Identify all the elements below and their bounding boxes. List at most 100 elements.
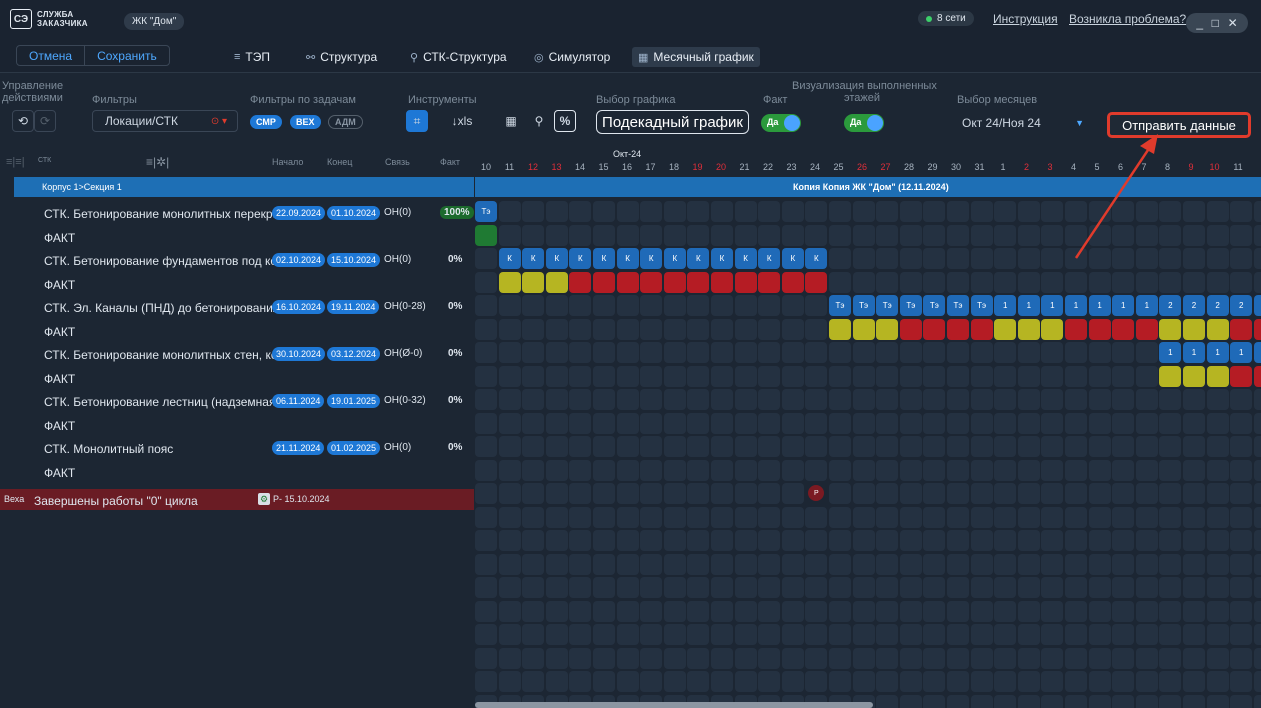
schedule-cell[interactable] (616, 530, 639, 551)
fact-row[interactable]: ФАКТ (0, 226, 474, 249)
schedule-cell[interactable] (1253, 624, 1261, 645)
schedule-cell[interactable] (1065, 577, 1087, 598)
schedule-cell[interactable] (711, 577, 733, 598)
schedule-cell[interactable] (1230, 436, 1253, 457)
schedule-cell[interactable] (593, 624, 615, 645)
schedule-cell[interactable]: 1 (1230, 342, 1253, 363)
schedule-cell[interactable] (923, 271, 946, 293)
schedule-cell[interactable] (1017, 553, 1040, 575)
schedule-cell[interactable] (663, 553, 686, 575)
schedule-cell[interactable] (876, 271, 899, 293)
schedule-cell[interactable] (876, 224, 899, 246)
schedule-cell[interactable] (475, 483, 497, 504)
tab-simulator[interactable]: ◎ Симулятор (528, 47, 616, 67)
schedule-cell[interactable] (923, 624, 946, 645)
schedule-cell[interactable] (640, 271, 663, 293)
schedule-cell[interactable] (1065, 553, 1087, 575)
schedule-cell[interactable] (687, 553, 710, 575)
schedule-cell[interactable] (899, 483, 922, 504)
schedule-cell[interactable] (687, 671, 710, 692)
schedule-cell[interactable] (1041, 647, 1064, 669)
calendar-tool-icon[interactable]: ▦ (500, 110, 522, 132)
schedule-cell[interactable] (852, 671, 875, 692)
schedule-cell[interactable] (994, 412, 1017, 434)
schedule-cell[interactable] (1253, 577, 1261, 598)
schedule-cell[interactable] (758, 436, 781, 457)
schedule-cell[interactable] (947, 530, 969, 551)
schedule-cell[interactable] (711, 224, 733, 246)
schedule-cell[interactable] (923, 483, 946, 504)
schedule-cell[interactable] (876, 248, 899, 269)
schedule-cell[interactable] (1135, 694, 1158, 708)
schedule-cell[interactable] (711, 389, 733, 410)
schedule-cell[interactable] (1017, 647, 1040, 669)
schedule-cell[interactable] (899, 342, 922, 363)
schedule-cell[interactable] (687, 436, 710, 457)
schedule-cell[interactable] (593, 389, 615, 410)
schedule-cell[interactable] (923, 694, 946, 708)
schedule-cell[interactable] (1041, 412, 1064, 434)
schedule-cell[interactable] (1112, 412, 1135, 434)
schedule-cell[interactable] (1135, 412, 1158, 434)
schedule-cell[interactable] (1112, 506, 1135, 528)
schedule-cell[interactable] (522, 436, 545, 457)
schedule-cell[interactable] (640, 342, 663, 363)
schedule-cell[interactable] (923, 553, 946, 575)
schedule-cell[interactable] (1159, 436, 1182, 457)
schedule-select[interactable]: Подекадный график (596, 110, 749, 134)
schedule-cell[interactable] (640, 365, 663, 387)
schedule-cell[interactable] (545, 295, 568, 316)
schedule-cell[interactable] (1088, 553, 1111, 575)
schedule-cell[interactable] (711, 295, 733, 316)
schedule-cell[interactable] (852, 506, 875, 528)
schedule-cell[interactable] (1065, 365, 1087, 387)
schedule-cell[interactable] (994, 506, 1017, 528)
schedule-cell[interactable] (569, 295, 592, 316)
schedule-cell[interactable] (498, 224, 521, 246)
schedule-cell[interactable]: Тэ (852, 295, 875, 316)
schedule-cell[interactable] (923, 224, 946, 246)
schedule-cell[interactable] (899, 248, 922, 269)
schedule-cell[interactable] (663, 600, 686, 622)
schedule-cell[interactable] (923, 201, 946, 222)
schedule-cell[interactable] (1112, 342, 1135, 363)
schedule-cell[interactable] (522, 624, 545, 645)
sort-icon[interactable]: ≡|✲| (146, 155, 169, 169)
schedule-cell[interactable] (475, 389, 497, 410)
schedule-cell[interactable] (569, 389, 592, 410)
schedule-cell[interactable] (876, 506, 899, 528)
filters-select[interactable]: Локации/СТК ⊙ ▾ (92, 110, 238, 132)
schedule-cell[interactable] (663, 318, 686, 340)
schedule-cell[interactable] (734, 412, 757, 434)
schedule-cell[interactable] (1041, 342, 1064, 363)
schedule-cell[interactable]: Тэ (475, 201, 497, 222)
schedule-cell[interactable] (475, 318, 497, 340)
schedule-cell[interactable] (852, 318, 875, 340)
schedule-cell[interactable] (1065, 483, 1087, 504)
schedule-cell[interactable] (1041, 365, 1064, 387)
schedule-cell[interactable] (734, 530, 757, 551)
schedule-cell[interactable]: К (781, 248, 804, 269)
schedule-cell[interactable]: К (545, 248, 568, 269)
schedule-cell[interactable] (1065, 318, 1087, 340)
schedule-cell[interactable] (1017, 624, 1040, 645)
schedule-cell[interactable] (616, 271, 639, 293)
schedule-cell[interactable] (923, 342, 946, 363)
schedule-cell[interactable] (1230, 389, 1253, 410)
schedule-cell[interactable] (1017, 271, 1040, 293)
schedule-cell[interactable] (1088, 577, 1111, 598)
schedule-cell[interactable] (711, 624, 733, 645)
schedule-cell[interactable] (781, 365, 804, 387)
schedule-cell[interactable] (852, 389, 875, 410)
schedule-cell[interactable] (498, 671, 521, 692)
schedule-cell[interactable] (1041, 271, 1064, 293)
schedule-cell[interactable] (781, 295, 804, 316)
schedule-cell[interactable] (947, 506, 969, 528)
schedule-cell[interactable] (876, 694, 899, 708)
schedule-cell[interactable] (1206, 248, 1229, 269)
schedule-cell[interactable] (970, 365, 993, 387)
schedule-cell[interactable] (1065, 647, 1087, 669)
schedule-cell[interactable] (781, 647, 804, 669)
schedule-cell[interactable] (734, 647, 757, 669)
schedule-cell[interactable] (805, 506, 828, 528)
